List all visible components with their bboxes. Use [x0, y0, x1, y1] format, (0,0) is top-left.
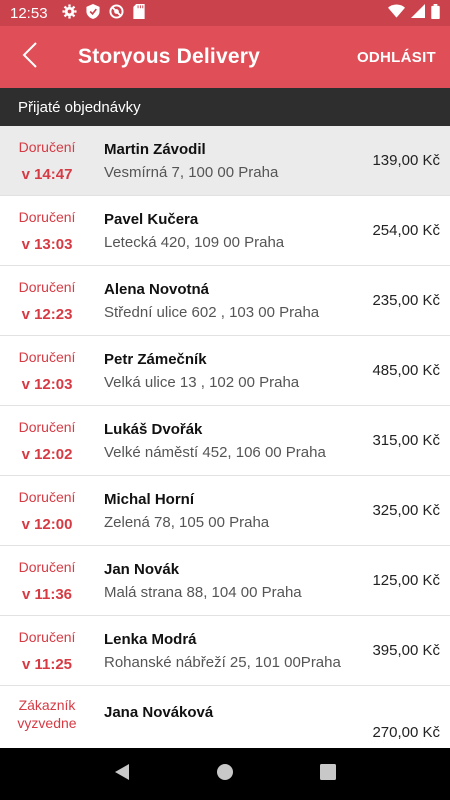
order-type: Zákazník vyzvedne [17, 697, 77, 731]
status-time: 12:53 [10, 4, 48, 22]
order-status: Doručení v 11:36 [0, 558, 94, 604]
order-time: v 11:36 [21, 585, 73, 603]
order-type: Doručení [18, 348, 76, 365]
customer-address: Rohanské nábřeží 25, 101 00Praha [104, 653, 341, 671]
order-type: Doručení [18, 418, 76, 435]
customer-name: Pavel Kučera [104, 210, 199, 228]
order-status: Doručení v 11:25 [0, 628, 94, 674]
order-price: 315,00 Kč [372, 432, 440, 449]
order-status: Doručení v 13:03 [0, 208, 94, 254]
back-triangle-icon [114, 763, 130, 786]
order-row[interactable]: Doručení v 12:23 Alena Novotná Střední u… [0, 266, 450, 336]
order-row[interactable]: Doručení v 12:02 Lukáš Dvořák Velké námě… [0, 406, 450, 476]
system-nav-bar [0, 748, 450, 800]
order-price: 139,00 Kč [372, 152, 440, 169]
customer-name: Lenka Modrá [104, 630, 197, 648]
order-price: 270,00 Kč [372, 724, 440, 741]
order-type: Doručení [18, 278, 76, 295]
nav-home-button[interactable] [205, 754, 245, 794]
customer-name: Martin Závodil [104, 140, 206, 158]
battery-icon [431, 3, 440, 23]
order-row[interactable]: Doručení v 11:36 Jan Novák Malá strana 8… [0, 546, 450, 616]
order-type: Doručení [18, 488, 76, 505]
order-status: Doručení v 12:23 [0, 278, 94, 324]
signal-icon [411, 4, 425, 22]
status-bar: 12:53 [0, 0, 450, 26]
order-time: v 12:03 [21, 375, 73, 393]
customer-address: Vesmírná 7, 100 00 Praha [104, 163, 279, 181]
customer-address: Velká ulice 13 , 102 00 Praha [104, 373, 300, 391]
shield-icon [85, 3, 100, 23]
order-price: 395,00 Kč [372, 642, 440, 659]
customer-name: Jan Novák [104, 560, 180, 578]
wifi-icon [388, 4, 405, 22]
order-price: 325,00 Kč [372, 502, 440, 519]
customer-address: Malá strana 88, 104 00 Praha [104, 583, 302, 601]
order-status: Doručení v 12:00 [0, 488, 94, 534]
customer-name: Alena Novotná [104, 280, 210, 298]
order-row[interactable]: Doručení v 14:47 Martin Závodil Vesmírná… [0, 126, 450, 196]
order-status: Doručení v 12:02 [0, 418, 94, 464]
section-header: Přijaté objednávky [0, 88, 450, 126]
order-price: 485,00 Kč [372, 362, 440, 379]
nav-recents-button[interactable] [308, 754, 348, 794]
order-status: Doručení v 12:03 [0, 348, 94, 394]
order-type: Doručení [18, 208, 76, 225]
gear-icon [62, 3, 77, 23]
customer-address: Střední ulice 602 , 103 00 Praha [104, 303, 320, 321]
sd-card-icon [132, 3, 145, 23]
order-status: Doručení v 14:47 [0, 138, 94, 184]
order-status: Zákazník vyzvedne [0, 696, 94, 732]
customer-address: Letecká 420, 109 00 Praha [104, 233, 285, 251]
customer-name: Petr Zámečník [104, 350, 207, 368]
customer-name: Michal Horní [104, 490, 195, 508]
order-time: v 11:25 [21, 655, 73, 673]
order-type: Doručení [18, 138, 76, 155]
order-row[interactable]: Doručení v 12:00 Michal Horní Zelená 78,… [0, 476, 450, 546]
back-button[interactable] [0, 26, 60, 88]
order-time: v 12:23 [21, 305, 73, 323]
app-bar: Storyous Delivery ODHLÁSIT [0, 26, 450, 88]
recents-square-icon [320, 763, 337, 785]
order-row[interactable]: Zákazník vyzvedne Jana Nováková 270,00 K… [0, 686, 450, 748]
order-time: v 13:03 [21, 235, 73, 253]
order-time: v 12:00 [21, 515, 73, 533]
order-time: v 14:47 [21, 165, 73, 183]
order-time: v 12:02 [21, 445, 73, 463]
customer-address: Velké náměstí 452, 106 00 Praha [104, 443, 326, 461]
order-row[interactable]: Doručení v 11:25 Lenka Modrá Rohanské ná… [0, 616, 450, 686]
order-price: 254,00 Kč [372, 222, 440, 239]
order-row[interactable]: Doručení v 13:03 Pavel Kučera Letecká 42… [0, 196, 450, 266]
no-tracking-icon [109, 3, 124, 23]
order-price: 235,00 Kč [372, 292, 440, 309]
order-price: 125,00 Kč [372, 572, 440, 589]
home-circle-icon [216, 763, 234, 786]
customer-name: Jana Nováková [104, 704, 214, 721]
app-title: Storyous Delivery [78, 45, 260, 68]
customer-name: Lukáš Dvořák [104, 420, 203, 438]
order-row[interactable]: Doručení v 12:03 Petr Zámečník Velká uli… [0, 336, 450, 406]
order-type: Doručení [18, 558, 76, 575]
customer-address: Zelená 78, 105 00 Praha [104, 513, 270, 531]
order-type: Doručení [18, 628, 76, 645]
chevron-left-icon [22, 41, 38, 74]
order-list: Doručení v 14:47 Martin Závodil Vesmírná… [0, 126, 450, 748]
nav-back-button[interactable] [102, 754, 142, 794]
logout-button[interactable]: ODHLÁSIT [357, 49, 436, 66]
